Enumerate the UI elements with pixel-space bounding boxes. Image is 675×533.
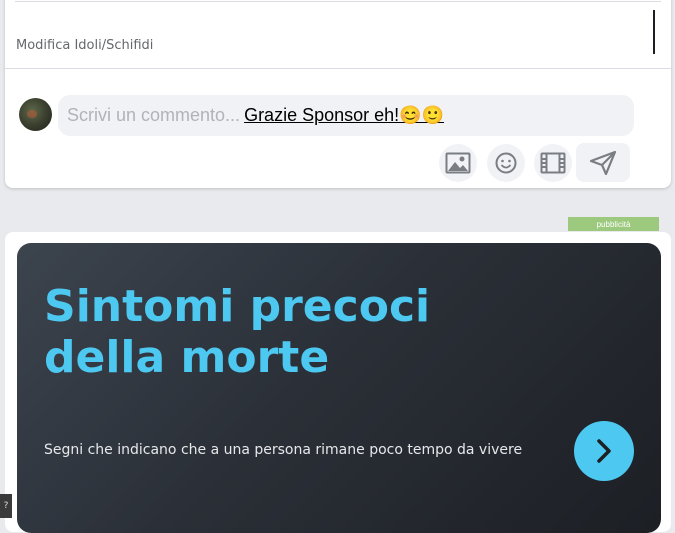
image-icon <box>445 152 471 174</box>
add-video-button[interactable] <box>534 144 572 182</box>
video-icon <box>540 152 566 174</box>
add-emoji-button[interactable] <box>487 144 525 182</box>
emoji-icon <box>495 152 517 174</box>
divider <box>5 68 671 69</box>
add-image-button[interactable] <box>439 144 477 182</box>
chevron-right-icon <box>597 439 611 463</box>
send-comment-button[interactable] <box>576 143 630 182</box>
comment-placeholder: Scrivi un commento... <box>67 105 241 125</box>
comment-typed-text: Grazie Sponsor eh!😊🙂 <box>244 105 444 125</box>
ad-open-button[interactable] <box>574 421 634 481</box>
send-icon <box>589 150 617 175</box>
scrollbar[interactable] <box>653 10 655 54</box>
comment-input[interactable]: Scrivi un commento... Grazie Sponsor eh!… <box>58 95 634 136</box>
ad-subtitle: Segni che indicano che a una persona rim… <box>44 442 523 458</box>
ad-badge: pubblicità <box>568 217 659 231</box>
divider <box>15 1 661 2</box>
corner-tab[interactable]: ? <box>0 494 12 518</box>
ad-banner[interactable]: Sintomi precoci della morte Segni che in… <box>17 243 661 533</box>
avatar[interactable] <box>19 98 52 131</box>
ad-title[interactable]: Sintomi precoci della morte <box>44 281 544 383</box>
edit-idols-link[interactable]: Modifica Idoli/Schifidi <box>16 38 153 53</box>
